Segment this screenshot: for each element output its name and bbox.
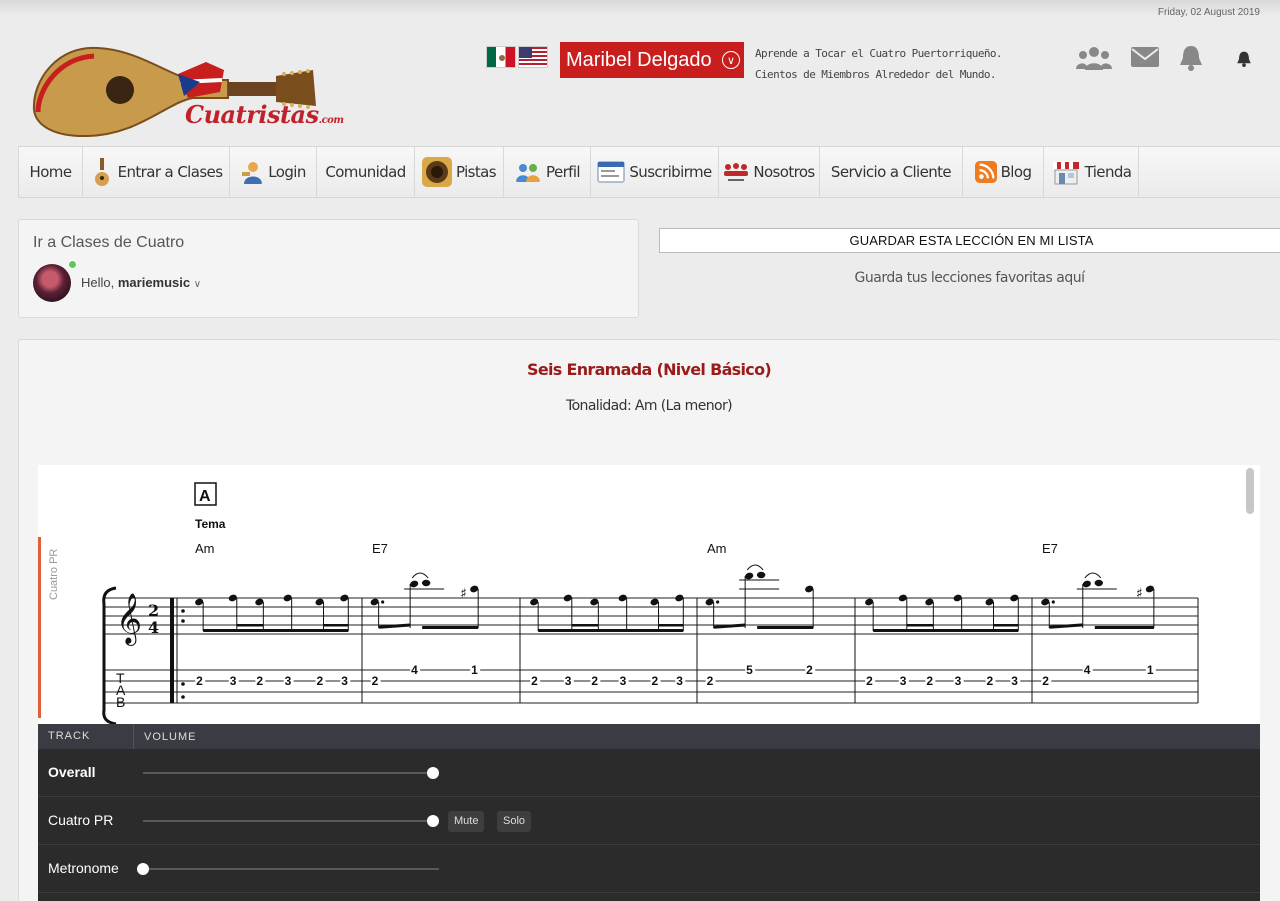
overall-volume-slider[interactable] xyxy=(143,767,439,779)
note-beam xyxy=(757,626,814,629)
mixer-row-metronome: Metronome xyxy=(38,845,1260,893)
repeat-dot xyxy=(181,619,185,623)
mixer-col-track: TRACK xyxy=(38,724,134,749)
note-beam-secondary xyxy=(236,624,264,627)
tab-number: 1 xyxy=(1147,663,1154,677)
mixer-row-label: Metronome xyxy=(48,860,119,876)
mixer-row-label: Cuatro PR xyxy=(48,812,114,828)
tab-number: 3 xyxy=(565,674,572,688)
note-beam xyxy=(538,629,684,632)
mixer-col-volume: VOLUME xyxy=(144,730,197,743)
volume-knob[interactable] xyxy=(427,815,439,827)
tab-number: 2 xyxy=(256,674,263,688)
tab-clef-letter: B xyxy=(116,694,125,710)
time-signature-bottom: 4 xyxy=(148,618,159,637)
note-beam-secondary xyxy=(658,624,684,627)
section-name: Tema xyxy=(195,517,226,531)
system-bracket xyxy=(102,586,117,724)
mixer-row-label: Overall xyxy=(48,764,96,780)
tab-number: 2 xyxy=(591,674,598,688)
dot xyxy=(1051,600,1055,604)
repeat-dot xyxy=(181,609,185,613)
dot xyxy=(381,600,385,604)
note-beam-secondary xyxy=(906,624,934,627)
tab-number: 2 xyxy=(372,674,379,688)
tab-number: 2 xyxy=(866,674,873,688)
repeat-dot xyxy=(181,682,185,686)
chord-symbol: Am xyxy=(707,541,727,556)
repeat-dot xyxy=(181,695,185,699)
treble-clef: 𝄞 xyxy=(116,593,142,646)
mixer-row-cuatro: Cuatro PR Mute Solo xyxy=(38,797,1260,845)
volume-knob[interactable] xyxy=(137,863,149,875)
mixer-header: TRACK VOLUME xyxy=(38,724,1260,749)
note-beam-secondary xyxy=(571,624,599,627)
sharp-accidental: ♯ xyxy=(1136,586,1143,602)
note-beam xyxy=(1094,626,1154,629)
tab-number: 3 xyxy=(620,674,627,688)
tab-number: 3 xyxy=(900,674,907,688)
tab-number: 4 xyxy=(411,663,418,677)
chord-symbol: Am xyxy=(195,541,215,556)
tab-number: 2 xyxy=(317,674,324,688)
section-marker: A xyxy=(199,488,211,505)
tab-number: 3 xyxy=(1011,674,1018,688)
volume-knob[interactable] xyxy=(427,767,439,779)
tab-number: 3 xyxy=(341,674,348,688)
note-beam-secondary xyxy=(323,624,349,627)
note-beam xyxy=(378,623,411,629)
mute-button[interactable]: Mute xyxy=(448,811,485,832)
tab-number: 3 xyxy=(230,674,237,688)
note-beam xyxy=(203,629,349,632)
note-beam xyxy=(873,629,1019,632)
notehead xyxy=(756,571,766,579)
score-notation: 𝄞 24TABATemaAm2 3 2 3 2 3E724 1♯2 3 2 3 2 3Am25 22 3 2 3… xyxy=(102,482,1199,724)
note-tie xyxy=(1084,572,1102,579)
tab-number: 1 xyxy=(471,663,478,677)
note-tie xyxy=(746,564,764,571)
solo-button[interactable]: Solo xyxy=(497,811,532,832)
tab-number: 2 xyxy=(707,674,714,688)
tab-number: 2 xyxy=(531,674,538,688)
tab-number: 2 xyxy=(987,674,994,688)
dot xyxy=(716,600,720,604)
chord-symbol: E7 xyxy=(1042,541,1058,556)
tab-number: 2 xyxy=(806,663,813,677)
cuatro-volume-slider[interactable] xyxy=(143,815,439,827)
note-tie xyxy=(411,572,429,579)
sharp-accidental: ♯ xyxy=(460,586,467,602)
tab-number: 2 xyxy=(652,674,659,688)
notehead xyxy=(421,579,431,587)
note-beam-secondary xyxy=(993,624,1019,627)
tab-number: 2 xyxy=(1042,674,1049,688)
note-beam xyxy=(422,626,479,629)
tab-number: 3 xyxy=(676,674,683,688)
note-beam xyxy=(1049,623,1083,629)
track-mixer: TRACK VOLUME Overall Cuatro PR Mute Solo… xyxy=(38,724,1260,901)
tab-number: 3 xyxy=(955,674,962,688)
note-beam xyxy=(713,623,746,629)
tab-number: 4 xyxy=(1084,663,1091,677)
chord-symbol: E7 xyxy=(372,541,388,556)
mixer-row-overall: Overall xyxy=(38,749,1260,797)
metronome-volume-slider[interactable] xyxy=(137,863,439,875)
tab-number: 2 xyxy=(926,674,933,688)
tab-number: 5 xyxy=(746,663,753,677)
tab-number: 3 xyxy=(285,674,292,688)
notehead xyxy=(1094,579,1103,587)
tab-number: 2 xyxy=(196,674,203,688)
